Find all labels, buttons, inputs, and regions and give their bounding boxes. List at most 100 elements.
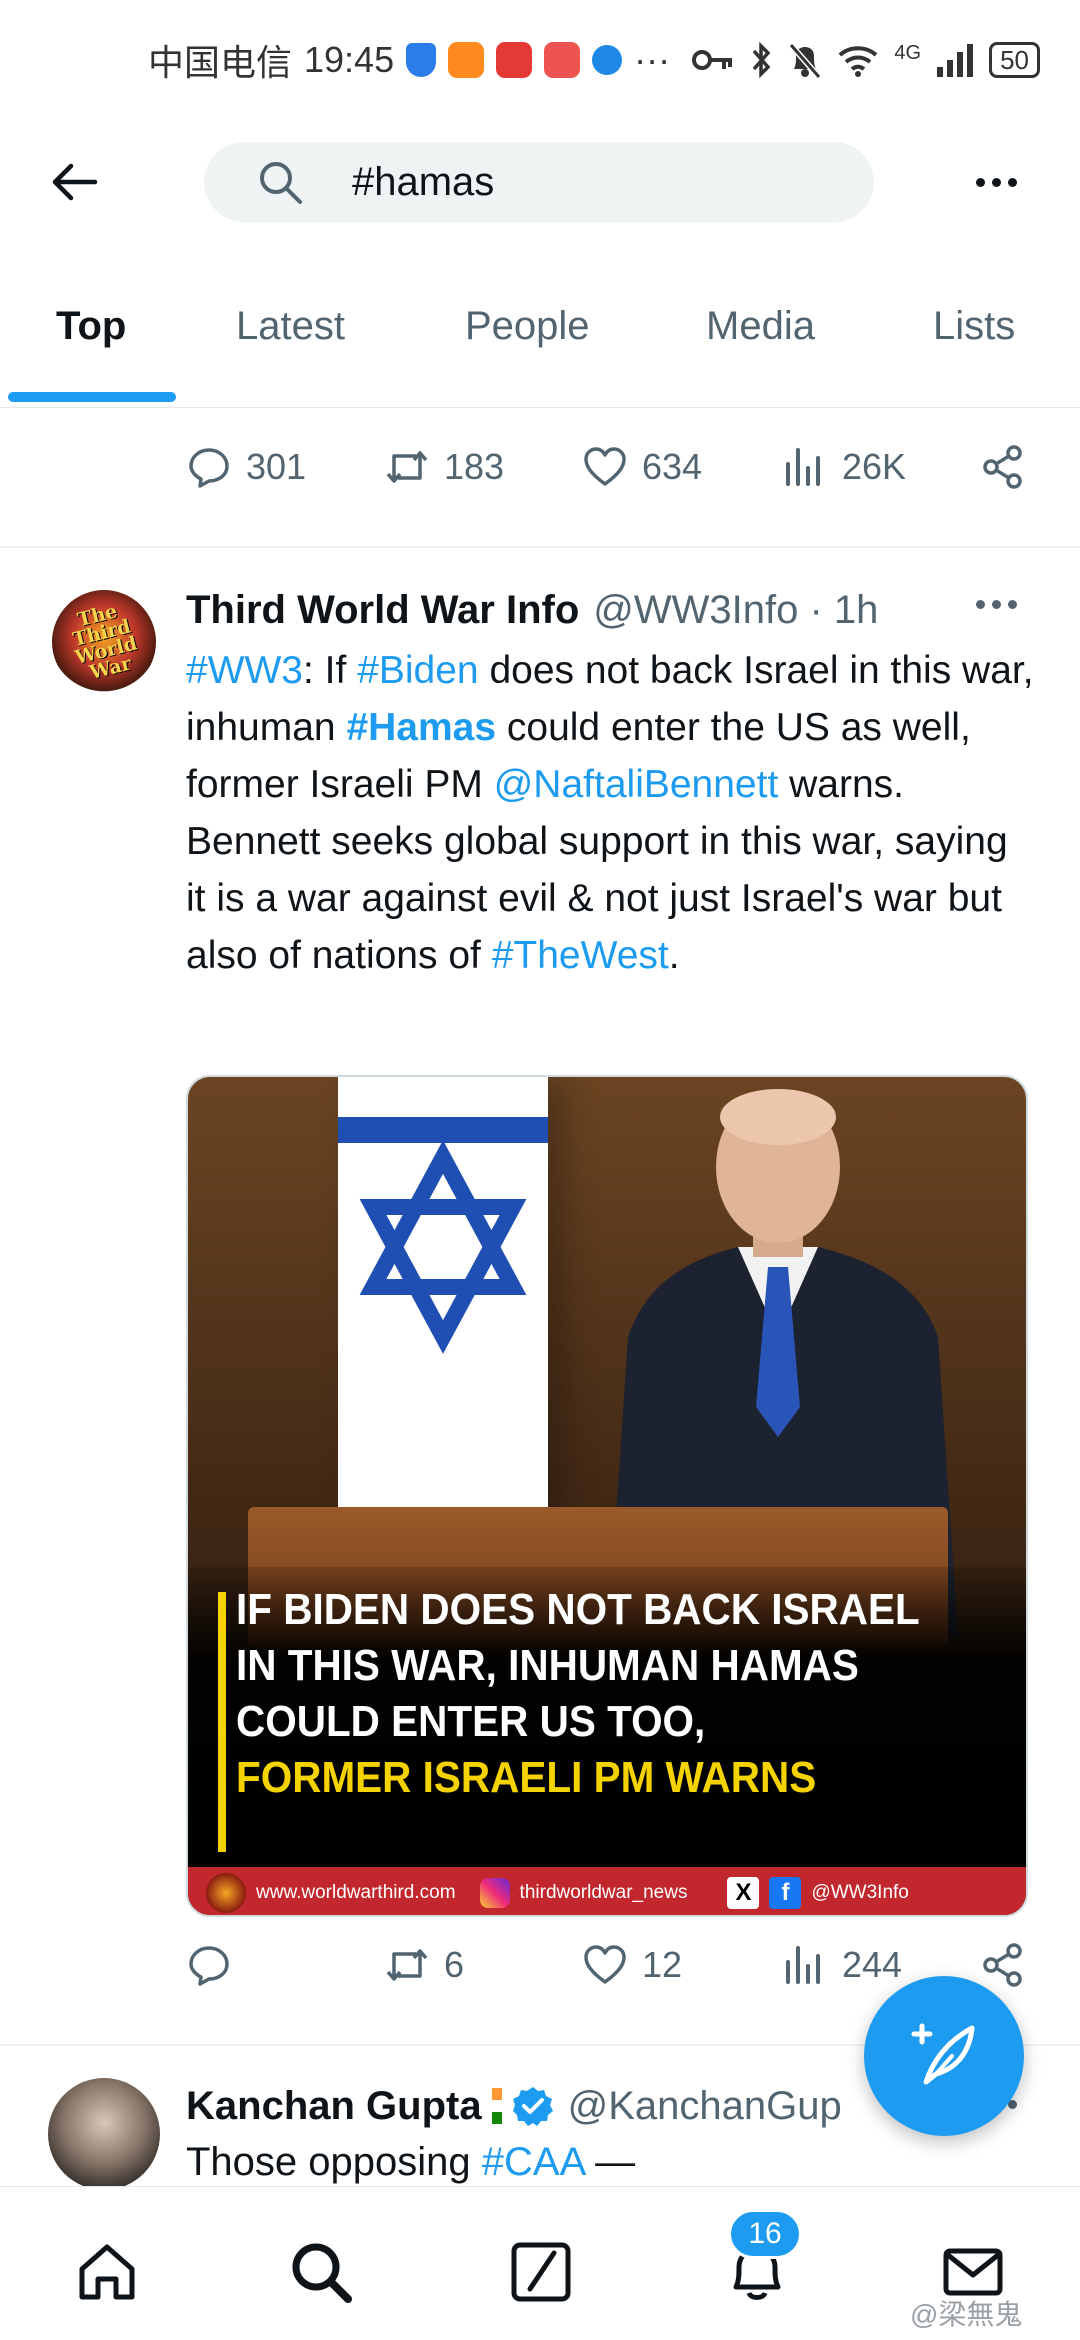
- reply-icon: [189, 448, 229, 488]
- hashtag-link[interactable]: #CAA: [482, 2140, 584, 2184]
- wifi-icon: [839, 46, 878, 77]
- nav-explore[interactable]: [286, 2237, 356, 2307]
- tweet-header: Kanchan Gupta @KanchanGup: [186, 2078, 876, 2134]
- views-icon: [786, 448, 820, 486]
- share-button[interactable]: [980, 444, 1026, 490]
- more-icon: [975, 177, 985, 187]
- more-notifications-indicator: ···: [634, 39, 671, 80]
- author-name[interactable]: Third World War Info: [186, 588, 579, 633]
- search-icon: [260, 162, 302, 204]
- globe-app-icon: [592, 45, 623, 75]
- footer-handle: @WW3Info: [811, 1882, 909, 1903]
- ww3-logo-icon: [206, 1873, 246, 1913]
- caption-yellow-text: FORMER ISRAELI PM WARNS: [236, 1753, 817, 1802]
- bluetooth-icon: [753, 41, 771, 79]
- hashtag-link[interactable]: #TheWest: [492, 934, 669, 977]
- author-handle[interactable]: @KanchanGup: [568, 2084, 842, 2129]
- tweet-text-segment: .: [668, 934, 680, 977]
- more-icon-dot: [1008, 600, 1017, 609]
- tab-media[interactable]: Media: [706, 304, 815, 349]
- share-icon: [983, 1943, 1022, 1987]
- like-icon: [584, 1945, 626, 1984]
- like-button[interactable]: 12: [582, 1942, 682, 1988]
- nav-grok[interactable]: [506, 2237, 576, 2307]
- tweet-divider: [0, 546, 1080, 548]
- views-button[interactable]: 244: [782, 1942, 902, 1988]
- india-flag-icon: [491, 2088, 502, 2124]
- view-count: 26K: [842, 446, 907, 487]
- network-type: 4G: [894, 41, 922, 64]
- reply-count: 301: [246, 446, 307, 487]
- grok-icon: [511, 2242, 571, 2302]
- more-icon-dot: [991, 177, 1001, 187]
- retweet-count: 183: [444, 446, 505, 487]
- tab-top[interactable]: Top: [56, 304, 126, 349]
- hashtag-link[interactable]: #WW3: [186, 649, 303, 692]
- avatar[interactable]: The Third World War: [52, 590, 156, 694]
- key-icon: [692, 50, 733, 70]
- views-button[interactable]: 26K: [782, 444, 906, 490]
- tweet-text: #WW3: If #Biden does not back Israel in …: [186, 642, 1036, 984]
- avatar[interactable]: [48, 2078, 160, 2190]
- views-icon: [786, 1946, 820, 1984]
- author-handle[interactable]: @WW3Info · 1h: [593, 588, 878, 633]
- active-tab-indicator: [8, 392, 176, 402]
- reply-button[interactable]: 301: [186, 444, 306, 490]
- tweet-text-segment: : If: [303, 649, 358, 692]
- battery-indicator: 50: [989, 42, 1040, 78]
- retweet-button[interactable]: 183: [384, 444, 504, 490]
- tab-lists[interactable]: Lists: [933, 304, 1015, 349]
- hashtag-link[interactable]: #Hamas: [346, 706, 496, 749]
- tweet-more-button[interactable]: [976, 600, 1017, 609]
- verified-icon: [512, 2087, 553, 2126]
- hashtag-link[interactable]: #Biden: [357, 649, 478, 692]
- share-icon: [983, 445, 1022, 489]
- image-caption: IF BIDEN DOES NOT BACK ISRAEL IN THIS WA…: [236, 1582, 935, 1806]
- view-count: 244: [842, 1944, 903, 1985]
- tweet-text-segment: —: [584, 2140, 636, 2184]
- search-input[interactable]: #hamas: [204, 142, 874, 222]
- notification-count-badge: 16: [728, 2209, 802, 2259]
- tweet-text: Those opposing #CAA —: [186, 2140, 635, 2185]
- author-name[interactable]: Kanchan Gupta: [186, 2084, 482, 2129]
- mention-link[interactable]: @NaftaliBennett: [494, 763, 779, 806]
- video-app-icon: [448, 42, 485, 78]
- mute-bell-icon: [789, 43, 822, 79]
- more-options-button[interactable]: [966, 158, 1026, 206]
- image-footer: www.worldwarthird.com thirdworldwar_news…: [188, 1867, 1026, 1915]
- explore-icon: [292, 2243, 352, 2303]
- tweet-media-image[interactable]: IF BIDEN DOES NOT BACK ISRAEL IN THIS WA…: [186, 1075, 1028, 1917]
- shield-app-icon: [406, 43, 437, 77]
- more-icon-dot: [992, 600, 1001, 609]
- huawei-app-icon: [544, 42, 581, 78]
- tab-people[interactable]: People: [465, 304, 590, 349]
- retweet-button[interactable]: 6: [384, 1942, 464, 1988]
- compose-button[interactable]: [864, 1976, 1024, 2136]
- search-header: #hamas: [0, 120, 1080, 240]
- status-bar: 中国电信 19:45 ··· 4G 50: [0, 0, 1080, 120]
- reply-icon: [189, 1946, 229, 1986]
- search-query: #hamas: [352, 159, 495, 204]
- more-icon: [976, 600, 985, 609]
- back-button[interactable]: [46, 154, 102, 210]
- share-button[interactable]: [980, 1942, 1026, 1988]
- watermark: @梁無鬼: [910, 2299, 1023, 2330]
- search-tabs: Top Latest People Media Lists: [0, 262, 1080, 408]
- caption-white-text: IF BIDEN DOES NOT BACK ISRAEL IN THIS WA…: [236, 1585, 919, 1746]
- facebook-icon: f: [769, 1877, 802, 1909]
- star-of-david-icon: [359, 1140, 527, 1354]
- compose-icon: [911, 2023, 975, 2085]
- carrier-label: 中国电信: [148, 42, 293, 83]
- like-icon: [584, 447, 626, 486]
- nav-home[interactable]: [72, 2237, 142, 2307]
- previous-tweet-actions: 301 183 634 26K: [0, 444, 1080, 524]
- tab-latest[interactable]: Latest: [236, 304, 345, 349]
- like-button[interactable]: 634: [582, 444, 702, 490]
- tweet-header: Third World War Info @WW3Info · 1h: [186, 582, 1026, 638]
- bottom-navigation: 16 @梁無鬼: [0, 2186, 1080, 2340]
- reply-button[interactable]: [186, 1942, 232, 1988]
- israel-flag: [338, 1077, 548, 1517]
- footer-website: www.worldwarthird.com: [256, 1882, 456, 1903]
- like-count: 634: [642, 446, 703, 487]
- tweet-text-segment: Those opposing: [186, 2140, 482, 2184]
